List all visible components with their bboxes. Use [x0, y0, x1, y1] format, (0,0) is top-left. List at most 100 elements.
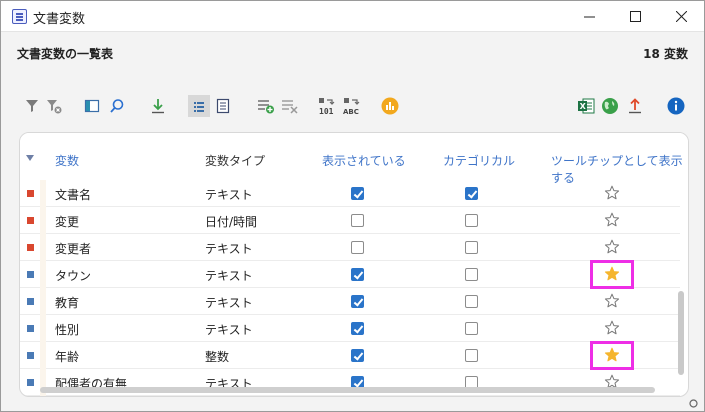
variable-color-marker — [27, 271, 34, 278]
variable-type: テキスト — [205, 323, 253, 337]
column-header-type[interactable]: 変数タイプ — [205, 152, 265, 169]
add-variable-button[interactable] — [255, 95, 277, 117]
tooltip-star-icon[interactable] — [604, 239, 620, 255]
svg-text:101: 101 — [319, 107, 334, 115]
categorical-checkbox[interactable] — [465, 187, 478, 200]
minimize-icon — [583, 16, 595, 18]
visible-checkbox[interactable] — [351, 322, 364, 335]
search-button[interactable] — [106, 95, 128, 117]
detail-view-button[interactable] — [212, 95, 234, 117]
numeric-conversion-button[interactable]: 101 — [317, 95, 339, 117]
variable-color-marker — [27, 352, 34, 359]
filter-button[interactable] — [21, 95, 43, 117]
table-row[interactable]: 変更者 テキスト — [20, 234, 680, 261]
tooltip-star-icon[interactable] — [604, 293, 620, 309]
tooltip-star-icon[interactable] — [604, 212, 620, 228]
visible-checkbox[interactable] — [351, 295, 364, 308]
search-icon — [110, 99, 124, 113]
variable-name: 文書名 — [55, 188, 92, 202]
variable-type: テキスト — [205, 188, 253, 202]
variable-type: 日付/時間 — [205, 215, 258, 229]
list-view-button[interactable] — [188, 95, 210, 117]
text-conversion-icon: ABC — [343, 98, 360, 115]
variable-name: 教育 — [55, 296, 80, 310]
categorical-checkbox[interactable] — [465, 322, 478, 335]
statistics-button[interactable] — [379, 95, 401, 117]
categorical-checkbox[interactable] — [465, 214, 478, 227]
visible-checkbox[interactable] — [351, 187, 364, 200]
visible-checkbox[interactable] — [351, 268, 364, 281]
variable-color-marker — [27, 298, 34, 305]
excel-export-button[interactable]: X — [575, 95, 597, 117]
column-header-categorical[interactable]: カテゴリカル — [443, 152, 515, 169]
sort-indicator-icon[interactable] — [26, 155, 34, 161]
row-stripe — [40, 288, 46, 315]
variable-type: テキスト — [205, 296, 253, 310]
columns-button[interactable] — [81, 95, 103, 117]
tooltip-highlight-box — [590, 341, 634, 370]
variable-type: 整数 — [205, 350, 230, 364]
visible-checkbox[interactable] — [351, 349, 364, 362]
variable-name: タウン — [55, 269, 92, 283]
text-conversion-button[interactable]: ABC — [342, 95, 364, 117]
variable-color-marker — [27, 190, 34, 197]
variable-name: 変更者 — [55, 242, 92, 256]
table-row[interactable]: 教育 テキスト — [20, 288, 680, 315]
row-stripe — [40, 234, 46, 261]
maximize-button[interactable] — [612, 1, 658, 32]
variable-color-marker — [27, 244, 34, 251]
table-row[interactable]: 変更 日付/時間 — [20, 207, 680, 234]
web-export-button[interactable] — [599, 95, 621, 117]
row-stripe — [40, 342, 46, 369]
visible-checkbox[interactable] — [351, 214, 364, 227]
remove-variable-button[interactable] — [279, 95, 301, 117]
clear-filter-button[interactable] — [43, 95, 65, 117]
categorical-checkbox[interactable] — [465, 295, 478, 308]
table-header: 変数 変数タイプ 表示されている カテゴリカル ツールチップとして表示する — [20, 133, 688, 185]
variable-color-marker — [27, 217, 34, 224]
horizontal-scrollbar[interactable] — [40, 387, 655, 393]
column-header-visible[interactable]: 表示されている — [322, 152, 406, 169]
tooltip-star-icon[interactable] — [604, 185, 620, 201]
table-row[interactable]: タウン テキスト — [20, 260, 680, 289]
columns-icon — [84, 99, 100, 113]
row-stripe — [40, 261, 46, 288]
maximize-icon — [629, 11, 641, 22]
export-button[interactable] — [624, 95, 646, 117]
categorical-checkbox[interactable] — [465, 268, 478, 281]
row-stripe — [40, 180, 46, 207]
clear-filter-icon — [47, 100, 62, 114]
variables-table: 変数 変数タイプ 表示されている カテゴリカル ツールチップとして表示する 文書… — [19, 132, 689, 397]
detail-view-icon — [216, 98, 230, 114]
tooltip-highlight-box — [590, 260, 634, 289]
info-icon — [667, 97, 685, 115]
variable-type: テキスト — [205, 269, 253, 283]
variable-color-marker — [27, 379, 34, 386]
column-header-variable[interactable]: 変数 — [55, 152, 79, 169]
variable-type: テキスト — [205, 242, 253, 256]
vertical-scrollbar[interactable] — [678, 291, 684, 375]
close-icon — [675, 11, 687, 22]
table-row[interactable]: 性別 テキスト — [20, 315, 680, 342]
resize-grip-icon[interactable] — [689, 399, 698, 408]
table-row[interactable]: 年齢 整数 — [20, 341, 680, 370]
close-button[interactable] — [658, 1, 704, 32]
add-variable-icon — [258, 100, 274, 114]
numeric-conversion-icon: 101 — [319, 98, 335, 115]
info-button[interactable] — [665, 95, 687, 117]
svg-text:X: X — [580, 102, 587, 111]
tooltip-star-icon[interactable] — [604, 320, 620, 336]
export-icon — [629, 98, 641, 114]
window-title: 文書変数 — [33, 12, 86, 27]
download-icon — [152, 99, 164, 114]
remove-variable-icon — [282, 100, 298, 114]
categorical-checkbox[interactable] — [465, 349, 478, 362]
categorical-checkbox[interactable] — [465, 241, 478, 254]
title-bar[interactable]: 文書変数 — [1, 1, 704, 32]
document-variables-window: 文書変数 文書変数の一覧表 18 変数 101 ABC X 変数 変数タイプ 表… — [0, 0, 705, 412]
table-row[interactable]: 文書名 テキスト — [20, 180, 680, 207]
import-button[interactable] — [147, 95, 169, 117]
visible-checkbox[interactable] — [351, 241, 364, 254]
minimize-button[interactable] — [566, 1, 612, 32]
statistics-icon — [381, 97, 399, 115]
